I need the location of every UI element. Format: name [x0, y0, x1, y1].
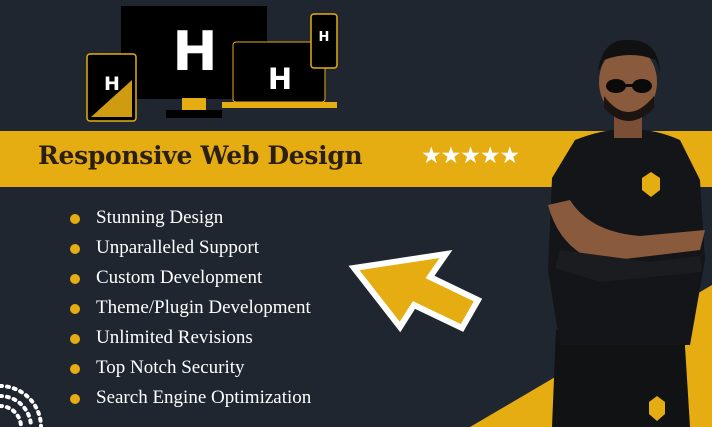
gig-banner: H H H H Responsive Web Design ★★★★★ Stun…: [0, 0, 712, 427]
person-photo: [548, 39, 705, 427]
